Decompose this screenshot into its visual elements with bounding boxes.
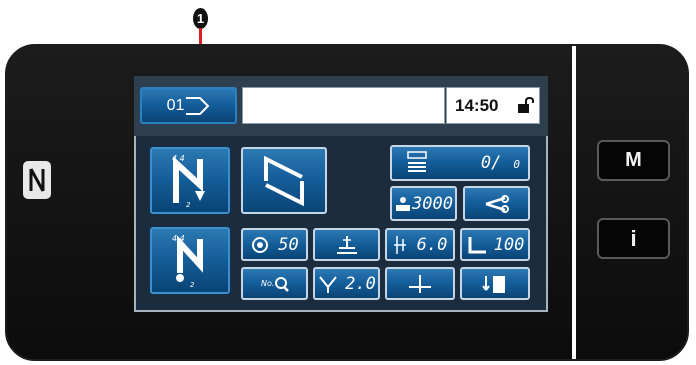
unlock-icon <box>518 97 534 113</box>
tension-value: 50 <box>278 234 299 255</box>
mode-button-label: M <box>625 149 642 171</box>
needle-position-button[interactable] <box>385 267 455 300</box>
stitch-length-button[interactable]: 6.0 <box>385 228 455 261</box>
pattern-number-label: 01 <box>166 96 185 114</box>
clock-time: 14:50 <box>455 96 499 115</box>
pitch-icon <box>319 275 337 293</box>
callout-marker: 1 <box>193 8 208 29</box>
message-area <box>242 87 445 124</box>
svg-text:4 4: 4 4 <box>172 154 185 163</box>
counter-value: 0/ <box>480 153 502 173</box>
pitch-button[interactable]: 2.0 <box>313 267 380 300</box>
pattern-search-button[interactable]: No. <box>241 267 308 300</box>
counter-total: 0 <box>513 158 520 171</box>
sewing-shape-icon: 4 4 2 <box>172 154 205 208</box>
information-button-label: i <box>630 225 637 251</box>
presser-pressure-button[interactable]: 100 <box>460 228 530 261</box>
counter-button[interactable]: 0/0 <box>390 145 530 181</box>
pattern-number-button[interactable]: 01 <box>140 87 237 124</box>
presser-foot-button[interactable] <box>313 228 380 261</box>
panel-divider <box>572 46 576 359</box>
clock: 14:50 <box>446 87 540 124</box>
mode-button[interactable]: M <box>597 140 670 181</box>
speed-button[interactable]: 3000 <box>390 186 457 221</box>
search-icon: No. <box>261 276 289 292</box>
thread-trimmer-icon <box>485 194 509 213</box>
svg-text:2: 2 <box>190 281 195 288</box>
svg-text:4 4: 4 4 <box>172 234 185 243</box>
counter-icon <box>407 151 427 172</box>
tension-button[interactable]: 50 <box>241 228 308 261</box>
stitch-shape-button[interactable] <box>241 147 327 214</box>
stitch-condense-icon <box>482 275 505 293</box>
thread-trimmer-button[interactable] <box>463 186 530 221</box>
presser-foot-icon <box>336 235 357 254</box>
pitch-value: 2.0 <box>345 273 376 294</box>
condense-shape-icon: 4 4 2 <box>172 234 203 288</box>
svg-text:No.: No. <box>261 279 274 288</box>
presser-pressure-icon <box>468 236 486 253</box>
information-button[interactable]: i <box>597 218 670 259</box>
pattern-arrow-icon <box>186 96 210 115</box>
speed-icon <box>396 196 411 211</box>
speed-value: 3000 <box>412 193 453 214</box>
tension-icon <box>252 236 269 253</box>
stitch-condense-button[interactable] <box>460 267 530 300</box>
nfc-icon <box>22 160 52 200</box>
stitch-length-icon <box>393 235 406 254</box>
stitch-length-value: 6.0 <box>416 234 448 255</box>
stitch-z-icon <box>264 155 304 206</box>
svg-text:2: 2 <box>186 201 191 208</box>
condense-shape-button[interactable]: 4 4 2 <box>150 227 230 294</box>
presser-pressure-value: 100 <box>493 234 525 255</box>
sewing-shape-button[interactable]: 4 4 2 <box>150 147 230 214</box>
needle-position-icon <box>409 274 431 293</box>
